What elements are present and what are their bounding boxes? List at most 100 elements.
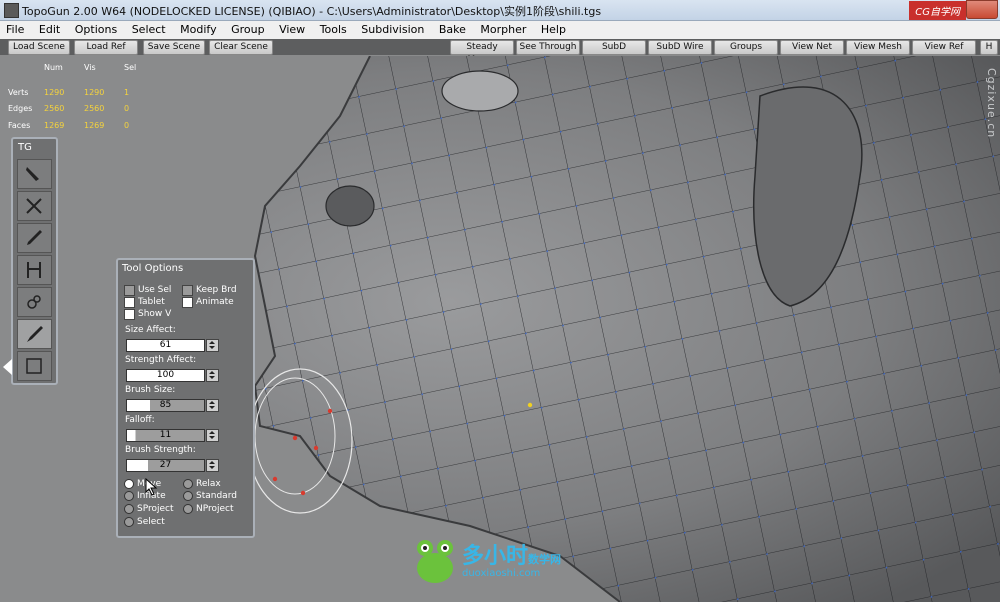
menu-bar: File Edit Options Select Modify Group Vi…: [0, 21, 1000, 40]
strength-affect-field[interactable]: 100: [126, 369, 205, 382]
steady-mouse-button[interactable]: Steady Mouse: [450, 40, 514, 65]
brush-size-slider[interactable]: 85: [126, 399, 205, 412]
subd-button[interactable]: SubD: [582, 40, 646, 55]
subd-wire-button[interactable]: SubD Wire: [648, 40, 712, 55]
size-affect-stepper[interactable]: [206, 339, 219, 352]
sproject-label: SProject: [137, 504, 174, 514]
select-box-icon: [26, 358, 42, 374]
smooth-brush-tool-button[interactable]: [17, 319, 52, 349]
bridge-tool-button[interactable]: [17, 255, 52, 285]
tg-tool-panel: TG: [11, 137, 58, 385]
tg-panel-title: TG: [18, 142, 32, 153]
save-scene-button[interactable]: Save Scene: [143, 40, 205, 55]
falloff-stepper[interactable]: [206, 429, 219, 442]
stats-faces-sel: 0: [124, 121, 130, 130]
menu-options[interactable]: Options: [69, 21, 122, 36]
standard-label: Standard: [196, 491, 237, 501]
stats-edges-num: 2560: [44, 104, 65, 113]
menu-group[interactable]: Group: [225, 21, 270, 36]
stats-header-num: Num: [44, 63, 63, 72]
falloff-label: Falloff:: [125, 415, 155, 425]
tablet-checkbox[interactable]: [124, 297, 135, 308]
cross-tool-button[interactable]: [17, 191, 52, 221]
nproject-radio[interactable]: [183, 504, 193, 514]
animate-checkbox[interactable]: [182, 297, 193, 308]
stats-verts-sel: 1: [124, 88, 130, 97]
stats-verts-num: 1290: [44, 88, 65, 97]
use-sel-checkbox[interactable]: [124, 285, 135, 296]
clear-scene-button[interactable]: Clear Scene: [209, 40, 273, 55]
relax-label: Relax: [196, 479, 221, 489]
menu-view[interactable]: View: [273, 21, 310, 36]
stats-edges-vis: 2560: [84, 104, 105, 113]
brand-watermark: CG自学网: [909, 1, 966, 20]
stats-faces-vis: 1269: [84, 121, 105, 130]
side-watermark: Cgzixue.cn: [985, 68, 998, 139]
tool-options-panel: Tool Options Use Sel Keep Brd Tablet Ani…: [116, 258, 255, 538]
frog-logo-icon: [417, 540, 453, 583]
select-label: Select: [137, 517, 165, 527]
pencil-icon: [27, 230, 42, 245]
keep-brd-checkbox[interactable]: [182, 285, 193, 296]
mouse-cursor-icon: [145, 478, 158, 496]
view-ref-button[interactable]: View Ref: [912, 40, 976, 55]
stats-header-sel: Sel: [124, 63, 137, 72]
animate-label: Animate: [196, 297, 234, 307]
bridge-icon: [27, 262, 41, 278]
menu-file[interactable]: File: [0, 21, 29, 36]
brush-tool-button[interactable]: [17, 287, 52, 317]
stats-verts-vis: 1290: [84, 88, 105, 97]
menu-modify[interactable]: Modify: [174, 21, 221, 36]
show-v-checkbox[interactable]: [124, 309, 135, 320]
inflate-radio[interactable]: [124, 491, 134, 501]
falloff-slider[interactable]: 11: [126, 429, 205, 442]
show-v-label: Show V: [138, 309, 172, 319]
relax-radio[interactable]: [183, 479, 193, 489]
nproject-label: NProject: [196, 504, 234, 514]
tool-options-title: Tool Options: [122, 263, 184, 274]
tablet-label: Tablet: [138, 297, 165, 307]
menu-tools[interactable]: Tools: [314, 21, 352, 36]
more-toolbar-button[interactable]: H: [980, 40, 998, 55]
keep-brd-label: Keep Brd: [196, 285, 237, 295]
app-icon: [4, 3, 19, 18]
load-ref-button[interactable]: Load Ref: [74, 40, 138, 55]
pen-icon: [26, 167, 39, 181]
brush-strength-stepper[interactable]: [206, 459, 219, 472]
smooth-brush-icon: [27, 326, 43, 342]
window-close-button[interactable]: [966, 0, 998, 19]
menu-morpher[interactable]: Morpher: [474, 21, 531, 36]
watermark-logo-text: 多小时数学网: [462, 544, 562, 569]
see-through-button[interactable]: See Through: [516, 40, 580, 55]
size-affect-label: Size Affect:: [125, 325, 176, 335]
pen-tool-button[interactable]: [17, 159, 52, 189]
view-net-button[interactable]: View Net: [780, 40, 844, 55]
select-box-tool-button[interactable]: [17, 351, 52, 381]
pencil-tool-button[interactable]: [17, 223, 52, 253]
menu-bake[interactable]: Bake: [433, 21, 471, 36]
toolbar: Load Scene Load Ref Save Scene Clear Sce…: [0, 39, 1000, 65]
menu-help[interactable]: Help: [535, 21, 571, 36]
brush-strength-slider[interactable]: 27: [126, 459, 205, 472]
standard-radio[interactable]: [183, 491, 193, 501]
menu-edit[interactable]: Edit: [33, 21, 65, 36]
stats-header-vis: Vis: [84, 63, 96, 72]
size-affect-field[interactable]: 61: [126, 339, 205, 352]
groups-button[interactable]: Groups: [714, 40, 778, 55]
brush-size-stepper[interactable]: [206, 399, 219, 412]
stats-faces-num: 1269: [44, 121, 65, 130]
menu-subdivision[interactable]: Subdivision: [355, 21, 429, 36]
panel-collapse-arrow-icon[interactable]: [3, 359, 12, 375]
view-mesh-button[interactable]: View Mesh: [846, 40, 910, 55]
stats-faces-label: Faces: [8, 121, 31, 130]
strength-affect-stepper[interactable]: [206, 369, 219, 382]
move-radio[interactable]: [124, 479, 134, 489]
title-bar: TopoGun 2.00 W64 (NODELOCKED LICENSE) (Q…: [0, 0, 1000, 21]
stats-edges-sel: 0: [124, 104, 130, 113]
brush-strength-label: Brush Strength:: [125, 445, 196, 455]
select-radio[interactable]: [124, 517, 134, 527]
sproject-radio[interactable]: [124, 504, 134, 514]
brush-size-label: Brush Size:: [125, 385, 176, 395]
menu-select[interactable]: Select: [126, 21, 171, 36]
load-scene-button[interactable]: Load Scene: [8, 40, 70, 55]
